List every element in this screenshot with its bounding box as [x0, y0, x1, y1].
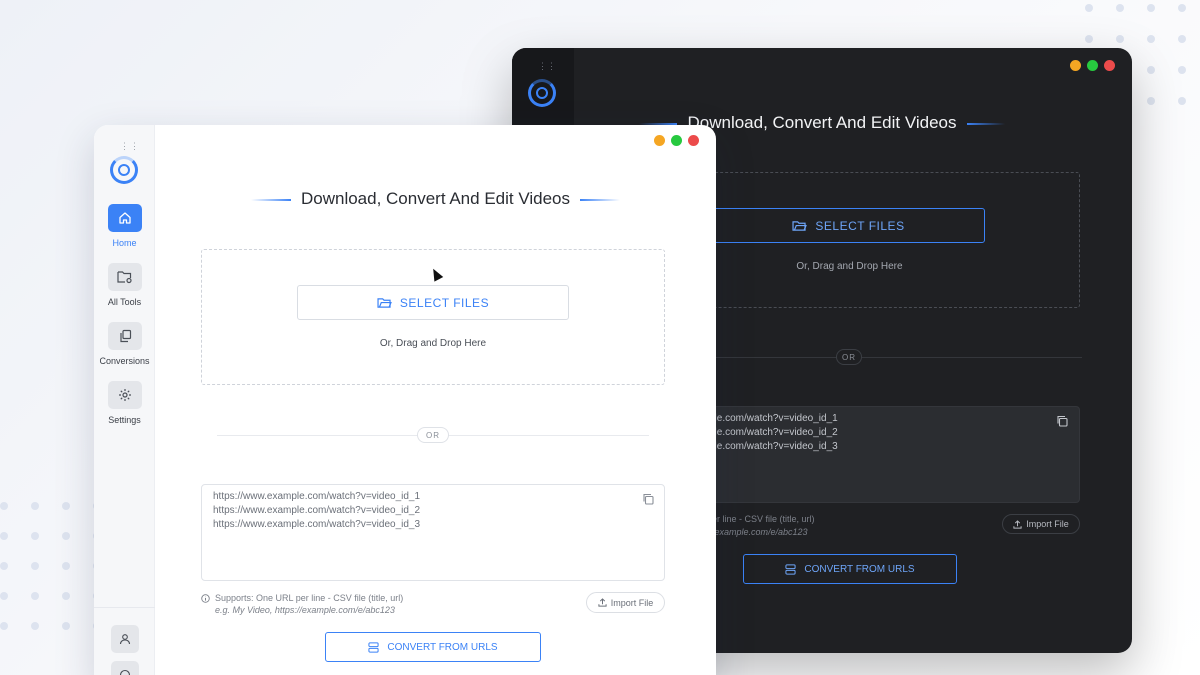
folder-open-icon	[792, 220, 808, 231]
page-title: Download, Convert And Edit Videos	[155, 189, 716, 209]
folder-gear-icon	[107, 263, 142, 291]
dark-url-line: ple.com/watch?v=video_id_3	[709, 441, 838, 452]
support-text-label: Supports: One URL per line - CSV file (t…	[215, 593, 404, 603]
dark-import-file-button[interactable]: Import File	[1002, 514, 1080, 534]
drag-drop-text: Or, Drag and Drop Here	[379, 338, 487, 349]
sidebar-item-label: All Tools	[107, 297, 142, 307]
select-files-label: SELECT FILES	[399, 295, 490, 310]
url-line: https://www.example.com/watch?v=video_id…	[213, 505, 421, 516]
import-file-label: Import File	[610, 597, 654, 608]
sidebar-item-all-tools[interactable]: All Tools	[94, 263, 155, 307]
sidebar-item-label: Conversions	[99, 356, 150, 366]
user-icon[interactable]	[110, 625, 139, 653]
maximize-button[interactable]	[671, 135, 682, 146]
gear-icon	[107, 381, 142, 409]
dark-convert-label: CONVERT FROM URLS	[804, 563, 915, 575]
dark-convert-from-urls-button[interactable]: CONVERT FROM URLS	[743, 554, 957, 584]
dark-support-text: er line - CSV file (title, url)	[712, 514, 815, 524]
dark-select-files-button[interactable]: SELECT FILES	[712, 208, 985, 243]
dark-import-label: Import File	[1026, 519, 1069, 529]
dark-url-line: ple.com/watch?v=video_id_1	[709, 413, 838, 424]
dark-url-line: ple.com/watch?v=video_id_2	[709, 427, 838, 438]
dark-or-divider	[712, 357, 1082, 358]
page-title-text: Download, Convert And Edit Videos	[300, 189, 571, 208]
minimize-button[interactable]	[1070, 60, 1081, 71]
import-file-button[interactable]: Import File	[586, 592, 665, 613]
dark-example-text: /example.com/e/abc123	[712, 527, 808, 537]
upload-icon	[598, 598, 607, 607]
app-logo-icon	[528, 79, 556, 107]
example-text: e.g. My Video, https://example.com/e/abc…	[215, 605, 395, 615]
convert-from-urls-button[interactable]: CONVERT FROM URLS	[325, 632, 541, 662]
help-icon[interactable]	[110, 661, 139, 675]
sidebar-item-conversions[interactable]: Conversions	[94, 322, 155, 366]
sidebar-item-label: Home	[112, 238, 137, 248]
close-button[interactable]	[1104, 60, 1115, 71]
folder-open-icon	[377, 297, 392, 308]
sidebar-item-settings[interactable]: Settings	[94, 381, 155, 425]
dark-select-files-label: SELECT FILES	[815, 218, 905, 233]
copy-stack-icon	[107, 322, 142, 350]
info-icon	[201, 593, 210, 603]
dark-or-badge: OR	[836, 349, 862, 365]
copy-icon[interactable]	[642, 493, 654, 505]
select-files-button[interactable]: SELECT FILES	[297, 285, 569, 320]
sidebar-item-home[interactable]: Home	[94, 204, 155, 248]
sidebar-bottom	[94, 607, 155, 675]
sidebar: ⋮⋮ Home All Tools Conversions Settings	[94, 125, 155, 675]
window-controls	[654, 135, 699, 146]
server-stack-icon	[368, 641, 379, 653]
sidebar-item-label: Settings	[108, 415, 141, 425]
maximize-button[interactable]	[1087, 60, 1098, 71]
light-app-window: ⋮⋮ Home All Tools Conversions Settings D…	[94, 125, 716, 675]
decorative-dots-bottom-left	[0, 502, 101, 630]
home-icon	[107, 204, 142, 232]
app-logo-icon	[110, 156, 138, 184]
url-textarea[interactable]: https://www.example.com/watch?v=video_id…	[201, 484, 665, 581]
convert-from-urls-label: CONVERT FROM URLS	[387, 641, 498, 653]
minimize-button[interactable]	[654, 135, 665, 146]
or-badge: OR	[417, 427, 449, 443]
server-stack-icon	[785, 563, 796, 575]
url-line: https://www.example.com/watch?v=video_id…	[213, 491, 421, 502]
upload-icon	[1013, 519, 1022, 529]
grip-icon[interactable]: ⋮⋮	[538, 61, 556, 72]
dark-window-controls	[1070, 60, 1115, 71]
copy-icon[interactable]	[1056, 415, 1068, 427]
dark-url-textarea[interactable]: ple.com/watch?v=video_id_1 ple.com/watch…	[708, 406, 1080, 503]
url-line: https://www.example.com/watch?v=video_id…	[213, 519, 421, 530]
support-text: Supports: One URL per line - CSV file (t…	[201, 593, 403, 603]
close-button[interactable]	[688, 135, 699, 146]
grip-icon[interactable]: ⋮⋮	[120, 141, 140, 152]
